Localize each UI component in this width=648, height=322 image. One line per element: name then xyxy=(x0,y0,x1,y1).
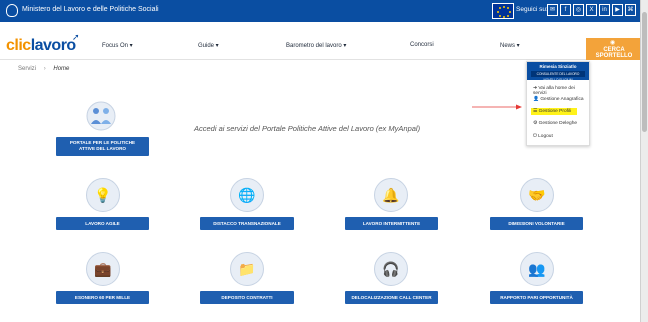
ministry-bar: Ministero del Lavoro e delle Politiche S… xyxy=(0,0,640,22)
breadcrumb-current: Home xyxy=(53,66,70,72)
user-role-badge[interactable]: CONSULENTE DEL LAVORO NOVELLO ELIGIUM xyxy=(531,71,585,82)
pari-opportunita-button[interactable]: RAPPORTO PARI OPPORTUNITÀ xyxy=(490,291,583,304)
menu-item-anagrafica[interactable]: 👤 Gestione Anagrafica xyxy=(533,97,584,102)
distacco-transnazionale-button[interactable]: DISTACCO TRANSNAZIONALE xyxy=(200,217,294,230)
briefcase-icon: 💼 xyxy=(86,252,120,286)
user-menu: Rimesia Sinziatlo CONSULENTE DEL LAVORO … xyxy=(526,61,590,146)
pointer-arrow-annotation xyxy=(472,104,522,110)
menu-item-label: Gestione Profili xyxy=(538,109,572,114)
lavoro-agile-button[interactable]: LAVORO AGILE xyxy=(56,217,149,230)
menu-item-profili[interactable]: ☰ Gestione Profili xyxy=(531,108,578,115)
youtube-icon[interactable]: ▶ xyxy=(612,4,623,16)
portale-line-2: ATTIVE DEL LAVORO xyxy=(79,146,126,151)
breadcrumb-root[interactable]: Servizi xyxy=(18,66,36,72)
instagram-icon[interactable]: ◎ xyxy=(573,4,584,16)
menu-item-label: Logout xyxy=(538,134,553,139)
user-menu-header: Rimesia Sinziatlo CONSULENTE DEL LAVORO … xyxy=(527,62,589,82)
logo-part-clic: clic xyxy=(6,37,31,54)
user-name: Rimesia Sinziatlo xyxy=(539,64,577,69)
clic-lavoro-logo[interactable]: cliclavoro xyxy=(6,37,76,55)
ministry-name[interactable]: Ministero del Lavoro e delle Politiche S… xyxy=(22,6,159,13)
folder-icon: 📁 xyxy=(230,252,264,286)
headset-icon: 🎧 xyxy=(374,252,408,286)
menu-item-label: Gestione Anagrafica xyxy=(540,97,584,102)
deposito-contratti-button[interactable]: DEPOSITO CONTRATTI xyxy=(200,291,294,304)
nav-guide[interactable]: Guide ▾ xyxy=(198,42,219,49)
rss-icon[interactable]: ⌘ xyxy=(625,4,636,16)
follow-label: Seguici su: xyxy=(516,6,548,13)
team-icon: 👥 xyxy=(520,252,554,286)
logo-part-lavoro: lavoro xyxy=(30,37,77,54)
map-pin-icon: ◉ xyxy=(610,40,616,46)
facebook-icon[interactable]: f xyxy=(560,4,571,16)
browser-viewport: Ministero del Lavoro e delle Politiche S… xyxy=(0,0,640,322)
breadcrumb: Servizi › Home xyxy=(18,66,69,72)
menu-item-label: Vai alla home dei servizi xyxy=(533,86,575,96)
menu-item-logout[interactable]: ⏻ Logout xyxy=(533,133,553,139)
cursor-icon: ➚ xyxy=(72,32,80,42)
scrollbar-thumb[interactable] xyxy=(642,12,647,132)
scrollbar[interactable] xyxy=(640,0,648,322)
main-nav: cliclavoro ➚ Focus On ▾ Guide ▾ Barometr… xyxy=(0,22,640,60)
lavoro-agile-icon: 💡 xyxy=(86,178,120,212)
x-icon[interactable]: X xyxy=(586,4,597,16)
esonero-button[interactable]: ESONERO 60 PER MILLE xyxy=(56,291,149,304)
menu-item-home-servizi[interactable]: ➜ Vai alla home dei servizi xyxy=(533,86,589,96)
nav-news[interactable]: News ▾ xyxy=(500,42,520,49)
eu-flag-icon xyxy=(492,3,514,19)
bell-icon: 🔔 xyxy=(374,178,408,212)
menu-item-deleghe[interactable]: ⚙ Gestione Deleghe xyxy=(533,121,577,126)
portale-politiche-button[interactable]: PORTALE PER LE POLITICHE ATTIVE DEL LAVO… xyxy=(56,137,149,156)
delocalizzazione-button[interactable]: DELOCALIZZAZIONE CALL CENTER xyxy=(345,291,438,304)
nav-barometro[interactable]: Barometro del lavoro ▾ xyxy=(286,42,346,49)
lavoro-intermittente-button[interactable]: LAVORO INTERMITTENTE xyxy=(345,217,438,230)
linkedin-icon[interactable]: in xyxy=(599,4,610,16)
handshake-icon: 🤝 xyxy=(520,178,554,212)
portale-people-icon xyxy=(86,101,116,131)
email-icon[interactable]: ✉ xyxy=(547,4,558,16)
chevron-right-icon: › xyxy=(43,66,46,72)
globe-icon: 🌐 xyxy=(230,178,264,212)
republic-emblem-icon xyxy=(6,4,18,17)
dimissioni-volontarie-button[interactable]: DIMISSIONI VOLONTARIE xyxy=(490,217,583,230)
nav-concorsi[interactable]: Concorsi xyxy=(410,42,434,48)
cerca-sportello-label: CERCA SPORTELLO xyxy=(595,47,633,59)
nav-focus-on[interactable]: Focus On ▾ xyxy=(102,42,133,49)
intro-text: Accedi ai servizi del Portale Politiche … xyxy=(194,124,421,133)
menu-item-label: Gestione Deleghe xyxy=(538,121,578,126)
